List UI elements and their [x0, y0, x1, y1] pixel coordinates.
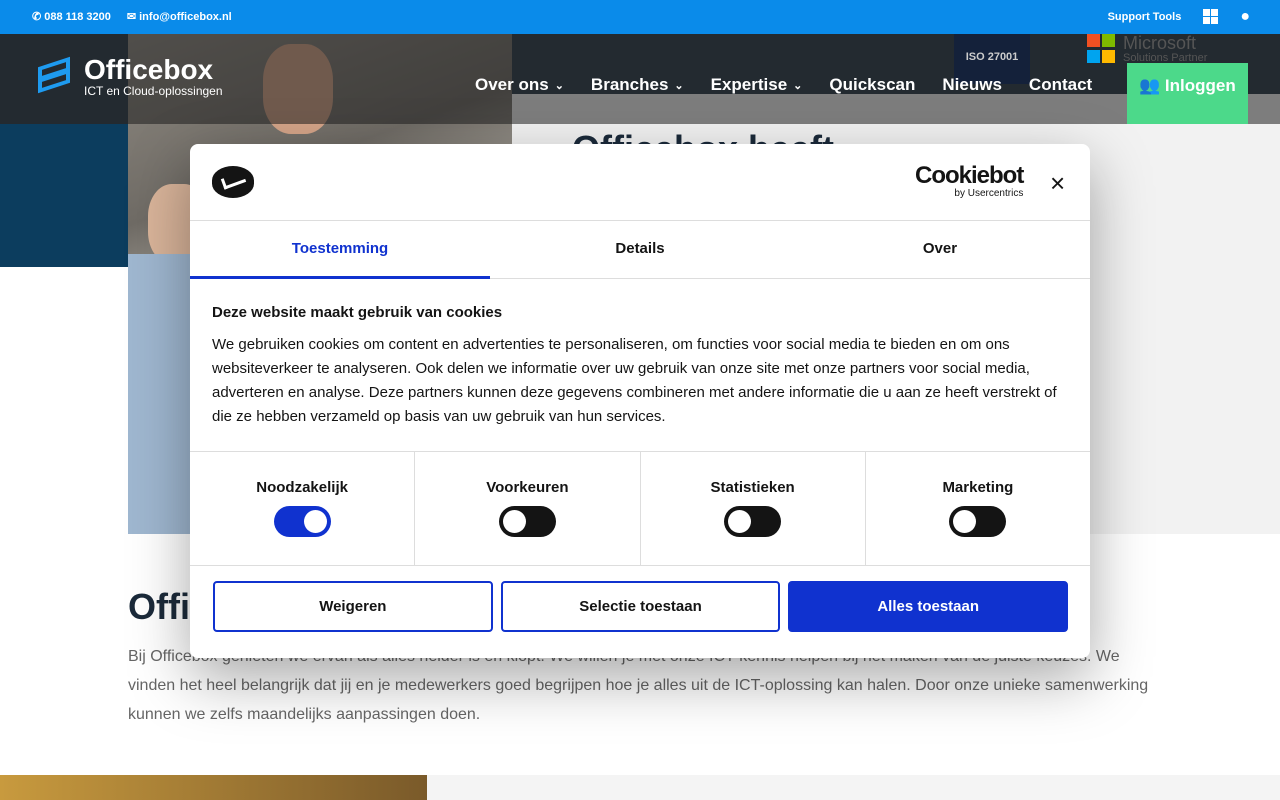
dialog-header: Cookiebot by Usercentrics ×	[190, 144, 1090, 221]
login-button[interactable]: 👥 Inloggen	[1127, 63, 1248, 124]
toggle-marketing: Marketing	[866, 452, 1090, 565]
logo-cube-icon	[34, 56, 74, 96]
marketing-switch[interactable]	[949, 506, 1007, 537]
bottom-image	[0, 775, 427, 800]
toggle-noodzakelijk: Noodzakelijk	[190, 452, 416, 565]
apple-icon[interactable]: ●	[1240, 8, 1250, 24]
microsoft-partner-badge: Microsoft Solutions Partner	[1087, 34, 1207, 64]
tab-over[interactable]: Over	[790, 221, 1090, 278]
windows-icon[interactable]	[1203, 9, 1219, 24]
dialog-tabs: Toestemming Details Over	[190, 221, 1090, 279]
dialog-text: We gebruiken cookies om content en adver…	[212, 336, 1057, 425]
mail-icon: ✉	[126, 11, 137, 23]
officebox-logo[interactable]: Officebox ICT en Cloud-oplossingen	[34, 56, 223, 98]
tab-toestemming[interactable]: Toestemming	[190, 221, 490, 279]
hero-accent-block	[0, 124, 128, 267]
logo-tagline: ICT en Cloud-oplossingen	[84, 84, 223, 98]
nav-contact[interactable]: Contact	[1029, 75, 1092, 95]
section-title: Offi	[128, 586, 190, 627]
phone-link[interactable]: ✆ 088 118 3200	[32, 10, 111, 24]
chevron-down-icon: ⌄	[674, 79, 684, 92]
chevron-down-icon: ⌄	[554, 79, 564, 92]
dialog-body: Deze website maakt gebruik van cookies W…	[190, 279, 1090, 452]
toggle-statistieken: Statistieken	[641, 452, 866, 565]
voorkeuren-switch[interactable]	[498, 506, 556, 537]
cookiebot-mark-icon	[212, 166, 254, 198]
users-icon: 👥	[1139, 76, 1161, 95]
deny-button[interactable]: Weigeren	[213, 581, 493, 632]
email-link[interactable]: ✉ info@officebox.nl	[126, 10, 232, 24]
phone-icon: ✆	[32, 11, 42, 23]
dialog-heading: Deze website maakt gebruik van cookies	[212, 304, 503, 321]
consent-toggles: Noodzakelijk Voorkeuren Statistieken Mar…	[190, 452, 1090, 566]
nav-branches[interactable]: Branches ⌄	[591, 75, 684, 95]
tab-details[interactable]: Details	[490, 221, 790, 278]
allow-selection-button[interactable]: Selectie toestaan	[500, 581, 781, 632]
logo-name: Officebox	[84, 54, 214, 85]
cookie-consent-dialog: Cookiebot by Usercentrics × Toestemming …	[190, 144, 1090, 658]
main-nav: Over ons ⌄ Branches ⌄ Expertise ⌄ Quickscan…	[475, 75, 1092, 95]
nav-quickscan[interactable]: Quickscan	[829, 75, 915, 95]
support-tools-link[interactable]: Support Tools	[1108, 11, 1182, 23]
nav-nieuws[interactable]: Nieuws	[942, 75, 1002, 95]
chevron-down-icon: ⌄	[793, 79, 803, 92]
nav-expertise[interactable]: Expertise ⌄	[711, 75, 803, 95]
statistieken-switch[interactable]	[724, 506, 782, 537]
nav-over-ons[interactable]: Over ons ⌄	[475, 75, 564, 95]
microsoft-logo-icon	[1087, 34, 1115, 64]
noodzakelijk-switch[interactable]	[273, 506, 331, 537]
bottom-panel	[427, 775, 1280, 800]
dialog-buttons: Weigeren Selectie toestaan Alles toestaa…	[190, 566, 1090, 632]
allow-all-button[interactable]: Alles toestaan	[788, 581, 1069, 632]
cookiebot-brand: Cookiebot by Usercentrics	[915, 162, 1024, 200]
close-icon[interactable]: ×	[1050, 168, 1065, 199]
top-bar: ✆ 088 118 3200 ✉ info@officebox.nl Support…	[0, 0, 1280, 34]
toggle-voorkeuren: Voorkeuren	[415, 452, 641, 565]
